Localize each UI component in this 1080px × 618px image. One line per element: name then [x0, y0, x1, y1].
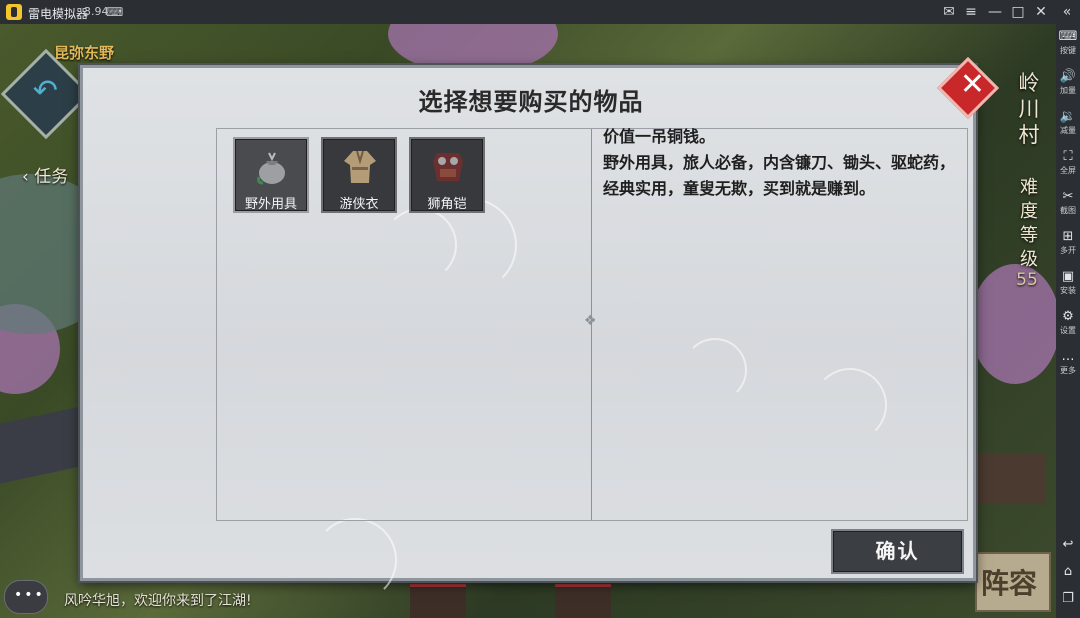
minimize-icon[interactable]: —: [986, 3, 1004, 21]
sidebar-screenshot[interactable]: ✂ 截图: [1056, 188, 1080, 224]
gamepad-icon[interactable]: ⌨: [106, 5, 123, 19]
purchase-dialog: 选择想要购买的物品 ✕ 野外用具 游侠衣 狮角铠 ❖ 价值一吊铜钱。 野外用具，…: [80, 56, 1000, 602]
chat-bubble-icon: •••: [14, 587, 45, 603]
difficulty-label: 难度等级: [1020, 177, 1038, 270]
party-portrait[interactable]: [555, 584, 611, 618]
village-name: 岭川村: [1018, 71, 1040, 147]
wave-pattern: [313, 518, 397, 602]
volume-up-icon: 🔊: [1059, 69, 1077, 84]
chat-button[interactable]: •••: [4, 580, 48, 614]
emulator-sidebar: ⌨ 按键 🔊 加量 🔉 减量 ⛶ 全屏 ✂ 截图 ⊞ 多开 ▣ 安装 ⚙ 设置 …: [1056, 24, 1080, 618]
maximize-icon[interactable]: □: [1009, 3, 1027, 21]
formation-button[interactable]: 阵容: [975, 552, 1051, 612]
item-description-text: 野外用具，旅人必备，内含镰刀、锄头、驱蛇药，经典实用，童叟无欺，买到就是赚到。: [603, 153, 956, 198]
bag-icon: [257, 152, 285, 185]
volume-down-icon: 🔉: [1059, 109, 1077, 124]
sidebar-fullscreen[interactable]: ⛶ 全屏: [1056, 148, 1080, 184]
location-name: 昆弥东野: [54, 44, 115, 62]
item-panel: 野外用具 游侠衣 狮角铠 ❖ 价值一吊铜钱。 野外用具，旅人必备，内含镰刀、锄头…: [216, 127, 968, 521]
armor-icon: [433, 153, 463, 181]
sidebar-volume-up[interactable]: 🔊 加量: [1056, 68, 1080, 104]
item-name: 游侠衣: [339, 197, 379, 212]
app-version: 3.94: [84, 5, 109, 18]
dialog-title: 选择想要购买的物品: [418, 88, 644, 116]
app-title: 雷电模拟器: [28, 7, 89, 21]
sidebar-keymap[interactable]: ⌨ 按键: [1056, 28, 1080, 64]
multi-instance-icon: ⊞: [1062, 229, 1074, 244]
sidebar-settings[interactable]: ⚙ 设置: [1056, 308, 1080, 344]
item-price: 价值一吊铜钱。: [603, 127, 716, 146]
item-name: 野外用具: [244, 197, 297, 212]
more-icon: …: [1061, 349, 1075, 364]
item-slot-ranger-robe[interactable]: 游侠衣: [321, 137, 397, 213]
app-logo-icon: [6, 4, 22, 20]
sidebar-volume-down[interactable]: 🔉 减量: [1056, 108, 1080, 144]
house-roof: [0, 404, 90, 484]
emulator-title-bar: 雷电模拟器 3.94 ⌨ ✉ ≡ — □ ✕ «: [0, 0, 1080, 24]
house-roof: [975, 454, 1045, 504]
item-description: 价值一吊铜钱。 野外用具，旅人必备，内含镰刀、锄头、驱蛇药，经典实用，童叟无欺，…: [603, 124, 961, 202]
close-icon: ✕: [953, 70, 989, 96]
close-window-icon[interactable]: ✕: [1032, 3, 1050, 21]
collapse-sidebar-icon[interactable]: «: [1058, 3, 1076, 21]
sidebar-install[interactable]: ▣ 安装: [1056, 268, 1080, 304]
divider-handle-icon: ❖: [584, 313, 597, 329]
apk-install-icon: ▣: [1061, 269, 1075, 284]
android-home-icon[interactable]: ⌂: [1056, 561, 1080, 583]
task-tab[interactable]: ‹ 任务: [22, 162, 68, 187]
item-slot-field-gear[interactable]: 野外用具: [233, 137, 309, 213]
android-back-icon[interactable]: ↩: [1056, 534, 1080, 556]
item-name: 狮角铠: [427, 197, 467, 212]
scissors-icon: ✂: [1062, 189, 1074, 204]
android-recents-icon[interactable]: ❐: [1056, 588, 1080, 610]
keyboard-icon: ⌨: [1058, 29, 1078, 44]
party-portrait[interactable]: [410, 584, 466, 618]
item-slot-lion-horn-armor[interactable]: 狮角铠: [409, 137, 485, 213]
fullscreen-icon: ⛶: [1063, 149, 1073, 164]
confirm-button[interactable]: 确认: [831, 529, 964, 574]
sidebar-more[interactable]: … 更多: [1056, 348, 1080, 384]
menu-icon[interactable]: ≡: [962, 3, 980, 21]
mail-icon[interactable]: ✉: [940, 3, 958, 21]
robe-icon: [344, 150, 376, 183]
gear-icon: ⚙: [1062, 309, 1074, 324]
sidebar-multi-instance[interactable]: ⊞ 多开: [1056, 228, 1080, 264]
back-arrow-icon: ↶: [32, 73, 58, 109]
difficulty-value: 55: [1016, 270, 1038, 290]
chat-message: 风吟华旭，欢迎你来到了江湖!: [64, 593, 252, 609]
